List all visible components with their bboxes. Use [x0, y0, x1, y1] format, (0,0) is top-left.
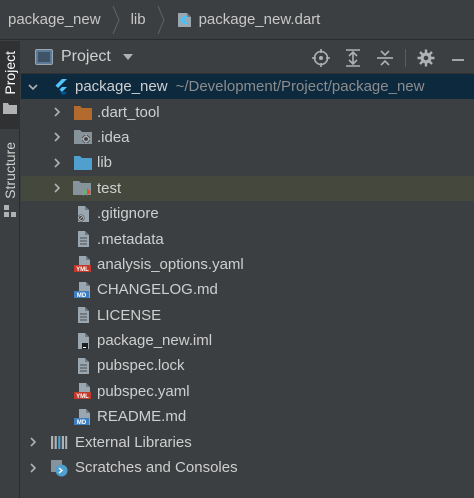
gear-icon [417, 49, 435, 66]
tree-item-analysis-options[interactable]: YML analysis_options.yaml [21, 252, 474, 277]
scratches-icon [49, 459, 69, 477]
project-tool-window: Project package_new ~/Development/Projec… [21, 41, 474, 498]
stripe-tab-label: Project [2, 51, 18, 95]
text-file-icon [73, 306, 93, 324]
breadcrumb: package_new lib package_new.dart [0, 0, 474, 40]
ignore-file-icon [73, 205, 93, 223]
svg-text:YML: YML [76, 394, 89, 400]
project-view-icon [35, 49, 53, 65]
panel-title[interactable]: Project [61, 48, 111, 66]
tree-item-label: .dart_tool [97, 103, 160, 121]
dart-file-icon [176, 11, 194, 29]
yaml-file-icon: YML [73, 382, 93, 400]
chevron-right-icon[interactable] [49, 155, 65, 171]
tree-item-label: .gitignore [97, 205, 159, 223]
svg-text:MD: MD [77, 420, 87, 426]
iml-file-icon [73, 332, 93, 350]
chevron-right-icon[interactable] [25, 460, 41, 476]
tree-item-label: test [97, 179, 122, 197]
svg-text:YML: YML [76, 267, 89, 273]
library-icon [49, 433, 69, 451]
panel-actions [305, 41, 474, 74]
tree-item-label: pubspec.yaml [97, 382, 190, 400]
folder-orange-icon [73, 103, 93, 121]
stripe-tab-label: Structure [2, 141, 18, 199]
breadcrumb-separator-icon [109, 0, 123, 40]
breadcrumb-label: lib [130, 11, 146, 28]
tree-item-readme[interactable]: MD README.md [21, 404, 474, 429]
tree-item-label: .idea [97, 128, 130, 146]
expand-all-button[interactable] [337, 41, 369, 74]
tree-item-license[interactable]: LICENSE [21, 303, 474, 328]
tree-item-scratches[interactable]: Scratches and Consoles [21, 455, 474, 480]
svg-text:MD: MD [77, 293, 87, 299]
project-panel-header: Project [21, 41, 474, 74]
tree-item-label: analysis_options.yaml [97, 255, 244, 273]
flutter-icon [51, 78, 71, 96]
chevron-right-icon[interactable] [49, 104, 65, 120]
breadcrumb-separator-icon [154, 0, 168, 40]
stripe-tab-project[interactable]: Project [0, 41, 20, 129]
chevron-right-icon[interactable] [25, 434, 41, 450]
folder-blue-icon [73, 154, 93, 172]
view-dropdown-icon[interactable] [122, 54, 133, 60]
minimize-icon [452, 58, 464, 61]
tree-item-idea[interactable]: .idea [21, 125, 474, 150]
hide-panel-button[interactable] [442, 41, 474, 74]
tree-item-label: Scratches and Consoles [75, 459, 238, 477]
tree-item-external-libraries[interactable]: External Libraries [21, 429, 474, 454]
toolbar-divider [405, 48, 406, 67]
breadcrumb-label: package_new [8, 11, 101, 28]
structure-icon [4, 204, 16, 222]
tree-item-label: lib [97, 154, 113, 172]
yaml-file-icon: YML [73, 255, 93, 273]
tree-item-lib[interactable]: lib [21, 150, 474, 175]
text-file-icon [73, 230, 93, 248]
tool-window-stripe: Project Structure [0, 41, 20, 498]
folder-icon [3, 101, 17, 119]
text-file-icon [73, 357, 93, 375]
crosshair-icon [312, 48, 330, 67]
tree-item-label: pubspec.lock [97, 357, 185, 375]
root-path: ~/Development/Project/package_new [175, 78, 425, 96]
folder-gear-icon [73, 128, 93, 146]
tree-item-label: LICENSE [97, 306, 162, 324]
tree-item-test[interactable]: test [21, 175, 474, 201]
tree-item-pubspec-yaml[interactable]: YML pubspec.yaml [21, 379, 474, 404]
locate-file-button[interactable] [305, 41, 337, 74]
collapse-all-icon [377, 49, 393, 66]
collapse-all-button[interactable] [369, 41, 401, 74]
expand-all-icon [346, 48, 360, 67]
chevron-down-icon[interactable] [25, 79, 41, 95]
tree-item-label: package_new [75, 78, 168, 96]
tree-item-changelog[interactable]: MD CHANGELOG.md [21, 277, 474, 302]
folder-test-icon [73, 179, 93, 197]
tree-item-label: package_new.iml [97, 332, 213, 350]
tree-item-iml[interactable]: package_new.iml [21, 328, 474, 353]
tree-item-pubspec-lock[interactable]: pubspec.lock [21, 353, 474, 378]
settings-button[interactable] [410, 41, 442, 74]
stripe-tab-structure[interactable]: Structure [0, 137, 20, 227]
chevron-right-icon[interactable] [49, 180, 65, 196]
tree-item-gitignore[interactable]: .gitignore [21, 201, 474, 226]
tree-item-metadata[interactable]: .metadata [21, 226, 474, 251]
tree-item-label: .metadata [97, 230, 164, 248]
chevron-right-icon[interactable] [49, 129, 65, 145]
breadcrumb-item-file[interactable]: package_new.dart [176, 0, 321, 39]
tree-item-dart-tool[interactable]: .dart_tool [21, 99, 474, 124]
breadcrumb-item-lib[interactable]: lib [131, 0, 146, 39]
breadcrumb-label: package_new.dart [198, 11, 321, 28]
tree-item-label: README.md [97, 408, 187, 426]
project-tree: package_new ~/Development/Project/package… [21, 74, 474, 480]
markdown-file-icon: MD [73, 408, 93, 426]
tree-item-label: External Libraries [75, 433, 192, 451]
markdown-file-icon: MD [73, 281, 93, 299]
tree-root-row[interactable]: package_new ~/Development/Project/package… [21, 74, 474, 100]
tree-item-label: CHANGELOG.md [97, 281, 218, 299]
breadcrumb-item-project[interactable]: package_new [8, 0, 101, 39]
